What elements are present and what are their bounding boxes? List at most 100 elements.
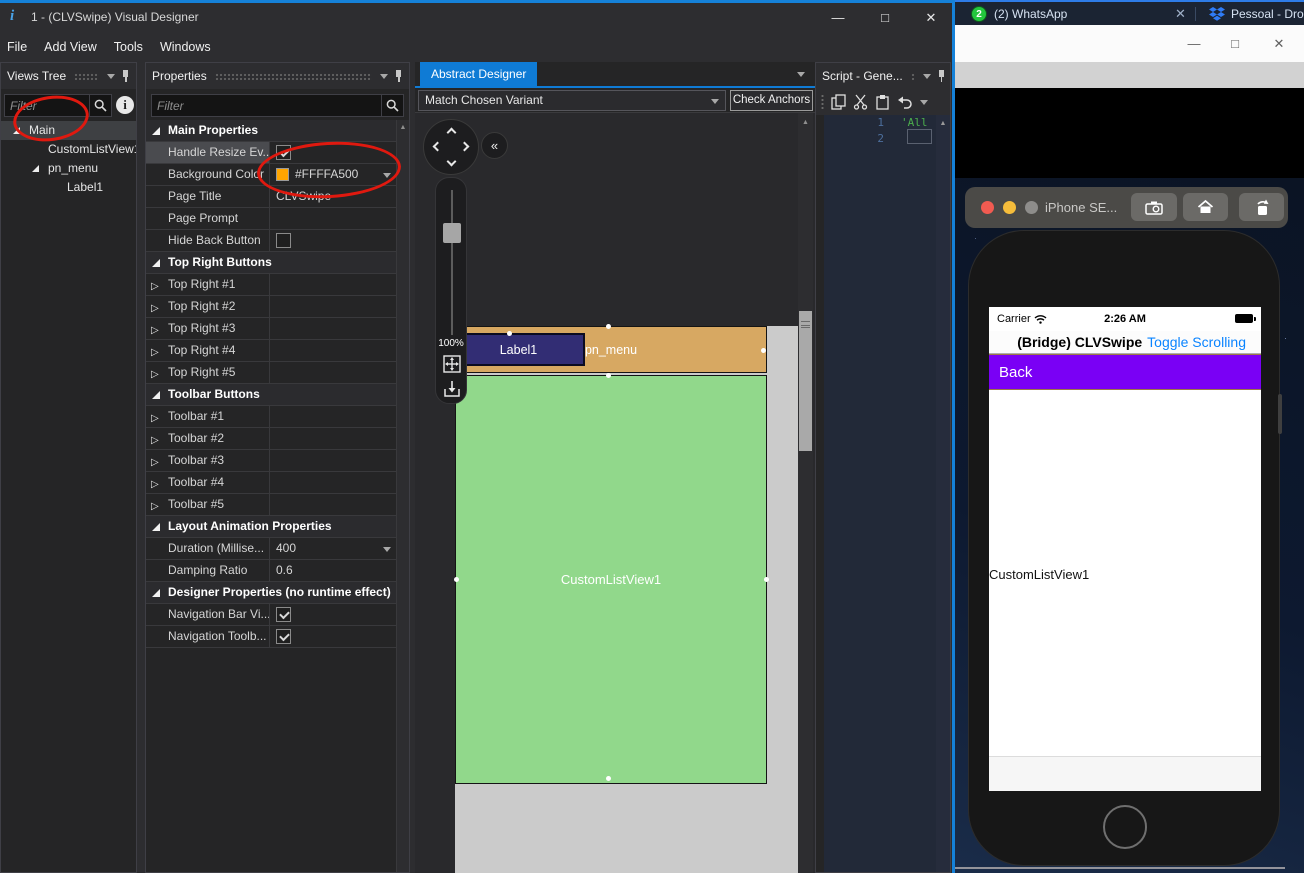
anchor-tool-button[interactable] [443, 355, 461, 373]
paste-button[interactable] [875, 94, 890, 110]
menu-add-view[interactable]: Add View [44, 40, 97, 54]
toolbar-overflow-icon[interactable] [920, 99, 928, 105]
property-value[interactable] [269, 208, 398, 229]
search-button[interactable] [381, 95, 403, 116]
home-button-circle[interactable] [1103, 805, 1147, 849]
property-value[interactable]: 0.6 [269, 560, 398, 581]
close-button[interactable]: ✕ [914, 7, 948, 29]
toggle-scrolling-button[interactable]: Toggle Scrolling [1147, 334, 1246, 350]
maximize-button[interactable]: □ [868, 7, 902, 29]
designer-canvas[interactable]: pn_menu CustomListView1 Label1 « 100% ▲ [415, 113, 815, 873]
pan-right-icon[interactable] [459, 141, 470, 152]
checkbox[interactable] [276, 607, 291, 622]
selection-handle[interactable] [606, 373, 611, 378]
panel-menu-icon[interactable] [107, 73, 115, 79]
copy-button[interactable] [831, 94, 846, 110]
minimize-button[interactable]: — [1177, 33, 1211, 55]
property-row-top-right-4[interactable]: ▷ Top Right #4 [146, 340, 398, 362]
property-row-hide-back-button[interactable]: Hide Back Button [146, 230, 398, 252]
property-row-page-prompt[interactable]: Page Prompt [146, 208, 398, 230]
menu-file[interactable]: File [7, 40, 27, 54]
property-row-navigation-bar-vi[interactable]: Navigation Bar Vi... [146, 604, 398, 626]
property-value[interactable]: 400 [269, 538, 398, 559]
cut-button[interactable] [853, 94, 868, 110]
canvas-scrollbar-thumb[interactable] [799, 311, 812, 451]
selection-handle[interactable] [606, 324, 611, 329]
checkbox[interactable] [276, 233, 291, 248]
tab-whatsapp[interactable]: (2) WhatsApp [994, 7, 1067, 21]
pan-down-icon[interactable] [446, 156, 457, 167]
property-category-top-right-buttons[interactable]: Top Right Buttons [146, 252, 398, 274]
selection-handle[interactable] [764, 577, 769, 582]
property-row-damping-ratio[interactable]: Damping Ratio 0.6 [146, 560, 398, 582]
mac-zoom-button[interactable] [1025, 201, 1038, 214]
panel-menu-icon[interactable] [922, 73, 931, 79]
property-row-navigation-toolb[interactable]: Navigation Toolb... [146, 626, 398, 648]
screenshot-button[interactable] [1131, 193, 1177, 221]
property-value[interactable] [269, 428, 398, 449]
properties-scrollbar[interactable]: ▲ [396, 120, 409, 872]
tab-abstract-designer[interactable]: Abstract Designer [420, 62, 538, 86]
chevron-down-icon[interactable] [383, 547, 391, 552]
pan-up-icon[interactable] [446, 127, 457, 138]
tabstrip-menu-icon[interactable] [797, 72, 805, 77]
tree-item-customlistview1[interactable]: CustomListView1 [1, 140, 136, 159]
maximize-button[interactable]: □ [1218, 33, 1252, 55]
tab-close-icon[interactable]: ✕ [1175, 6, 1186, 22]
expander-icon[interactable] [32, 165, 39, 172]
menu-tools[interactable]: Tools [114, 40, 143, 54]
panel-menu-icon[interactable] [380, 73, 388, 79]
pan-control[interactable] [423, 119, 479, 175]
property-value[interactable] [269, 362, 398, 383]
checkbox[interactable] [276, 629, 291, 644]
property-value[interactable] [269, 296, 398, 317]
menu-windows[interactable]: Windows [160, 40, 211, 54]
property-value[interactable] [269, 230, 398, 251]
property-category-designer-properties-no-runtime-effect[interactable]: Designer Properties (no runtime effect) [146, 582, 398, 604]
selection-handle[interactable] [454, 577, 459, 582]
search-button[interactable] [89, 95, 111, 116]
property-value[interactable] [269, 450, 398, 471]
selection-handle[interactable] [606, 776, 611, 781]
tab-dropbox[interactable]: Pessoal - Dro [1231, 7, 1304, 21]
rotate-button[interactable] [1239, 193, 1284, 221]
property-row-toolbar-3[interactable]: ▷ Toolbar #3 [146, 450, 398, 472]
check-anchors-button[interactable]: Check Anchors [730, 90, 813, 111]
property-category-toolbar-buttons[interactable]: Toolbar Buttons [146, 384, 398, 406]
property-value[interactable] [269, 406, 398, 427]
property-row-top-right-5[interactable]: ▷ Top Right #5 [146, 362, 398, 384]
property-value[interactable] [269, 274, 398, 295]
canvas-scrollbar[interactable]: ▲ [798, 113, 813, 873]
property-row-toolbar-5[interactable]: ▷ Toolbar #5 [146, 494, 398, 516]
property-row-toolbar-4[interactable]: ▷ Toolbar #4 [146, 472, 398, 494]
device-home-button[interactable] [1183, 193, 1228, 221]
zoom-slider-thumb[interactable] [443, 223, 461, 243]
property-row-top-right-1[interactable]: ▷ Top Right #1 [146, 274, 398, 296]
back-button[interactable]: Back [999, 364, 1032, 381]
selection-handle[interactable] [507, 331, 512, 336]
property-row-toolbar-1[interactable]: ▷ Toolbar #1 [146, 406, 398, 428]
info-icon[interactable]: i [116, 96, 134, 114]
tree-item-pn_menu[interactable]: pn_menu [1, 159, 136, 178]
undo-button[interactable] [897, 94, 913, 110]
customlistview-panel[interactable]: CustomListView1 [455, 375, 767, 784]
script-editor[interactable]: 1 'All 2 [824, 115, 936, 872]
property-value[interactable] [269, 494, 398, 515]
variant-select[interactable]: Match Chosen Variant [418, 90, 726, 111]
pin-icon[interactable] [121, 70, 130, 82]
collapse-tools-button[interactable]: « [481, 132, 508, 159]
property-value[interactable] [269, 340, 398, 361]
property-value[interactable] [269, 604, 398, 625]
tree-item-label1[interactable]: Label1 [1, 178, 136, 197]
label1-view[interactable]: Label1 [452, 333, 585, 366]
property-category-layout-animation-properties[interactable]: Layout Animation Properties [146, 516, 398, 538]
zoom-slider-track[interactable] [451, 190, 453, 335]
property-category-main-properties[interactable]: Main Properties [146, 120, 398, 142]
property-row-top-right-3[interactable]: ▷ Top Right #3 [146, 318, 398, 340]
minimize-button[interactable]: — [821, 7, 855, 29]
mac-minimize-button[interactable] [1003, 201, 1016, 214]
property-row-toolbar-2[interactable]: ▷ Toolbar #2 [146, 428, 398, 450]
mac-close-button[interactable] [981, 201, 994, 214]
script-scrollbar[interactable]: ▲ [936, 115, 950, 872]
pin-icon[interactable] [394, 70, 403, 82]
